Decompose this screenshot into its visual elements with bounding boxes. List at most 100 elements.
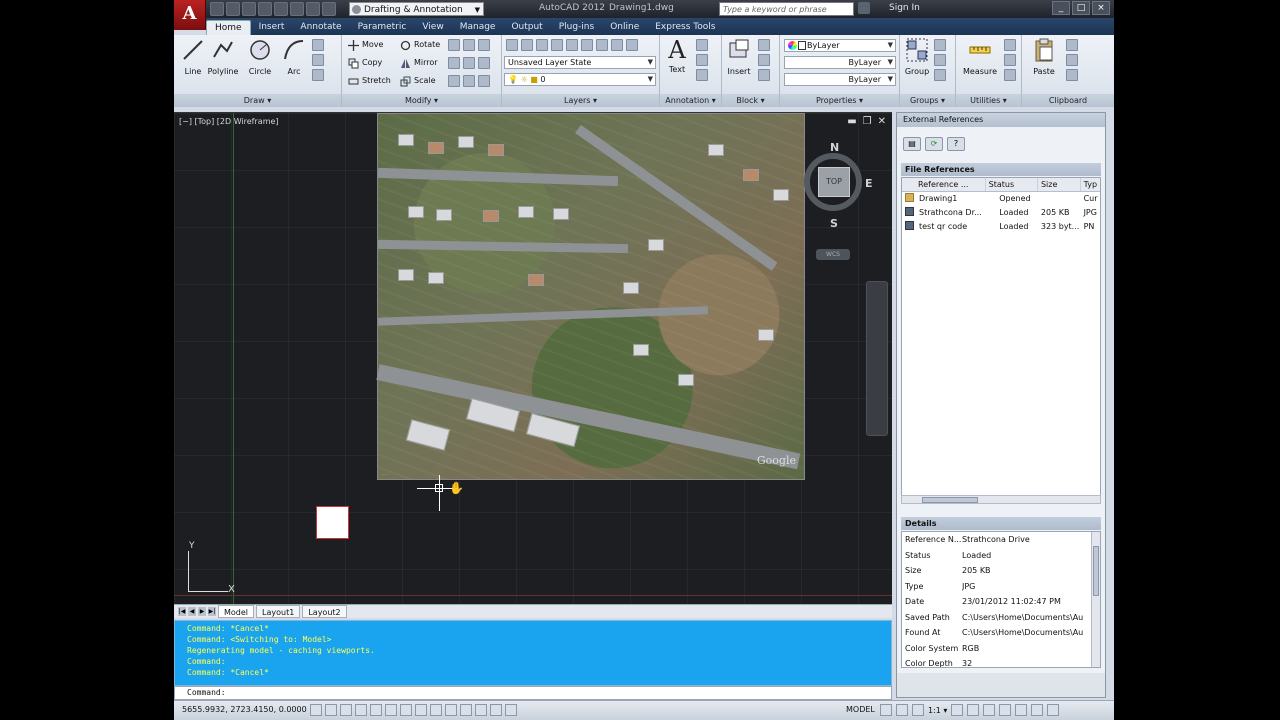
help-search-input[interactable]: Type a keyword or phrase <box>719 2 854 16</box>
sign-in-link[interactable]: Sign In <box>889 3 920 13</box>
last-layout-icon[interactable]: ▶| <box>208 607 216 616</box>
column-status[interactable]: Status <box>986 178 1038 191</box>
calculator-icon[interactable] <box>1004 69 1016 81</box>
3d-object-snap-icon[interactable] <box>400 704 412 716</box>
viewport-controls-label[interactable]: [−] [Top] [2D Wireframe] <box>179 117 279 126</box>
explode-icon[interactable] <box>463 57 475 69</box>
transparency-icon[interactable] <box>475 704 487 716</box>
column-type[interactable]: Typ <box>1081 178 1100 191</box>
annotation-scale-icon[interactable] <box>912 704 924 716</box>
linetype-select[interactable]: ByLayer ▼ <box>784 56 896 69</box>
layer-state-select[interactable]: Unsaved Layer State ▼ <box>504 56 656 69</box>
navigation-bar[interactable] <box>866 281 888 436</box>
layer-delete-icon[interactable] <box>626 39 638 51</box>
hatch-icon[interactable] <box>312 69 324 81</box>
qr-code-xref[interactable] <box>316 506 349 539</box>
trim-dropdown-icon[interactable] <box>463 39 475 51</box>
tab-plug-ins[interactable]: Plug-ins <box>551 20 603 35</box>
command-input[interactable]: Command: <box>174 686 892 700</box>
polar-tracking-icon[interactable] <box>370 704 382 716</box>
ungroup-icon[interactable] <box>934 39 946 51</box>
tab-express-tools[interactable]: Express Tools <box>647 20 723 35</box>
next-layout-icon[interactable]: ▶ <box>198 607 206 616</box>
copy-button[interactable]: Copy <box>348 56 382 70</box>
workspace-switching-icon[interactable] <box>983 704 996 716</box>
edit-block-icon[interactable] <box>758 54 770 66</box>
move-button[interactable]: Move <box>348 38 383 52</box>
viewcube[interactable]: TOP N E S <box>798 141 873 231</box>
dynamic-input-icon[interactable] <box>445 704 457 716</box>
tab-insert[interactable]: Insert <box>251 20 293 35</box>
dynamic-ucs-icon[interactable] <box>430 704 442 716</box>
layer-isolate-icon[interactable] <box>536 39 548 51</box>
layers-panel-title[interactable]: Layers ▾ <box>502 94 659 107</box>
insert-button[interactable]: Insert <box>722 37 756 76</box>
draw-panel-title[interactable]: Draw ▾ <box>174 94 341 107</box>
file-references-list[interactable]: Reference ... Status Size Typ Drawing1 O… <box>901 177 1101 503</box>
plot-icon[interactable] <box>274 2 288 16</box>
open-icon[interactable] <box>226 2 240 16</box>
layer-off-icon[interactable] <box>521 39 533 51</box>
scale-button[interactable]: Scale <box>400 74 436 88</box>
model-space-toggle[interactable]: MODEL <box>846 705 875 714</box>
ortho-mode-icon[interactable] <box>355 704 367 716</box>
search-icon[interactable] <box>858 2 870 14</box>
aerial-image-xref[interactable]: Google · · · <box>376 113 805 480</box>
polyline-button[interactable]: Polyline <box>206 37 240 76</box>
wcs-menu[interactable]: WCS <box>816 249 850 260</box>
line-button[interactable]: Line <box>176 37 210 76</box>
tab-annotate[interactable]: Annotate <box>292 20 349 35</box>
rotate-button[interactable]: Rotate <box>400 38 440 52</box>
copy-clip-icon[interactable] <box>1066 54 1078 66</box>
layer-lock-icon[interactable] <box>566 39 578 51</box>
cut-icon[interactable] <box>1066 39 1078 51</box>
column-size[interactable]: Size <box>1038 178 1081 191</box>
qat-dropdown-icon[interactable] <box>322 2 336 16</box>
tab-manage[interactable]: Manage <box>452 20 504 35</box>
layer-walk-icon[interactable] <box>611 39 623 51</box>
redo-icon[interactable] <box>306 2 320 16</box>
vertical-scrollbar[interactable] <box>1091 532 1100 667</box>
measure-button[interactable]: Measure <box>960 37 1000 76</box>
first-layout-icon[interactable]: |◀ <box>178 607 186 616</box>
modify-panel-title[interactable]: Modify ▾ <box>342 94 501 107</box>
help-icon[interactable]: ? <box>947 137 965 151</box>
viewcube-top-face[interactable]: TOP <box>818 167 850 197</box>
block-panel-title[interactable]: Block ▾ <box>722 94 779 107</box>
annotation-panel-title[interactable]: Annotation ▾ <box>660 94 721 107</box>
column-reference[interactable]: Reference ... <box>902 178 986 191</box>
viewport-minimize-icon[interactable]: ▬ <box>847 116 856 127</box>
selection-cycling-icon[interactable] <box>505 704 517 716</box>
lock-icon[interactable] <box>999 704 1012 716</box>
edit-attributes-icon[interactable] <box>758 69 770 81</box>
save-icon[interactable] <box>242 2 256 16</box>
tab-parametric[interactable]: Parametric <box>350 20 415 35</box>
table-row[interactable]: test qr code Loaded 323 byt... PN <box>902 220 1100 234</box>
trim-icon[interactable] <box>448 39 460 51</box>
scrollbar-thumb[interactable] <box>922 497 978 503</box>
isolate-objects-icon[interactable] <box>1031 704 1044 716</box>
copy-base-icon[interactable] <box>1066 69 1078 81</box>
leader-icon[interactable] <box>696 54 708 66</box>
select-all-icon[interactable] <box>1004 54 1016 66</box>
paste-button[interactable]: Paste <box>1026 37 1062 76</box>
snap-mode-icon[interactable] <box>325 704 337 716</box>
tab-layout1[interactable]: Layout1 <box>256 605 301 618</box>
groups-panel-title[interactable]: Groups ▾ <box>900 94 955 107</box>
annotation-visibility-icon[interactable] <box>951 704 964 716</box>
join-icon[interactable] <box>478 57 490 69</box>
arc-button[interactable]: Arc <box>277 37 311 76</box>
drawing-area[interactable]: [−] [Top] [2D Wireframe] ▬ ❐ ✕ Google · … <box>174 112 892 604</box>
array-icon[interactable] <box>448 75 460 87</box>
maximize-button[interactable]: □ <box>1072 1 1090 15</box>
tab-home[interactable]: Home <box>206 20 251 35</box>
group-button[interactable]: Group <box>900 37 934 76</box>
palette-title[interactable]: External References <box>897 113 1105 127</box>
rectangle-icon[interactable] <box>312 39 324 51</box>
lineweight-icon[interactable] <box>460 704 472 716</box>
dimension-icon[interactable] <box>696 39 708 51</box>
circle-button[interactable]: Circle <box>243 37 277 76</box>
table-icon[interactable] <box>696 69 708 81</box>
quick-select-icon[interactable] <box>1004 39 1016 51</box>
infer-constraints-icon[interactable] <box>310 704 322 716</box>
